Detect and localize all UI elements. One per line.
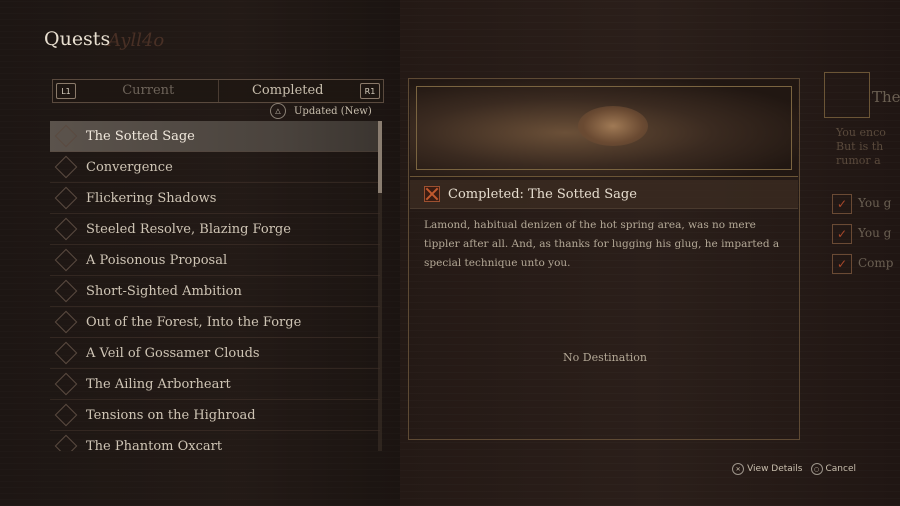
view-details-label: View Details: [747, 464, 803, 474]
sort-label: Updated (New): [294, 105, 372, 117]
diamond-icon: [54, 186, 78, 210]
side-text-line: But is th: [836, 140, 884, 153]
sort-control[interactable]: △ Updated (New): [266, 101, 382, 122]
quest-item[interactable]: A Veil of Gossamer Clouds: [50, 338, 380, 369]
side-check-label: You g: [858, 196, 892, 210]
quest-detail-header: Completed: The Sotted Sage: [410, 180, 798, 209]
diamond-icon: [54, 279, 78, 303]
side-text-line: rumor a: [836, 154, 881, 167]
triangle-button-icon[interactable]: △: [270, 103, 286, 119]
tab-completed[interactable]: Completed: [219, 80, 358, 102]
l1-button-icon[interactable]: L1: [56, 83, 76, 99]
quest-label: A Veil of Gossamer Clouds: [86, 345, 260, 361]
quest-item[interactable]: Steeled Resolve, Blazing Forge: [50, 214, 380, 245]
diamond-icon: [54, 124, 78, 148]
cancel-label: Cancel: [825, 464, 857, 474]
side-text-line: You enco: [836, 126, 886, 139]
quest-label: Out of the Forest, Into the Forge: [86, 314, 302, 330]
diamond-icon: [54, 372, 78, 396]
quest-list: The Sotted Sage Convergence Flickering S…: [50, 121, 380, 451]
quest-label: Steeled Resolve, Blazing Forge: [86, 221, 291, 237]
quest-item[interactable]: The Phantom Oxcart: [50, 431, 380, 451]
quest-detail-title: Completed: The Sotted Sage: [448, 186, 637, 202]
quest-label: Tensions on the Highroad: [86, 407, 256, 423]
check-icon: ✓: [832, 194, 852, 214]
quest-item[interactable]: A Poisonous Proposal: [50, 245, 380, 276]
diamond-icon: [54, 341, 78, 365]
quest-item[interactable]: Short-Sighted Ambition: [50, 276, 380, 307]
quest-item[interactable]: Out of the Forest, Into the Forge: [50, 307, 380, 338]
title-decoration: Ayll4o: [108, 30, 165, 51]
quest-label: Flickering Shadows: [86, 190, 217, 206]
quest-label: Short-Sighted Ambition: [86, 283, 242, 299]
quest-label: The Sotted Sage: [86, 128, 195, 144]
quest-label: A Poisonous Proposal: [86, 252, 228, 268]
quest-item[interactable]: Convergence: [50, 152, 380, 183]
side-panel-emblem-icon: [824, 72, 870, 118]
diamond-icon: [54, 434, 78, 451]
quest-item-selected[interactable]: The Sotted Sage: [50, 121, 380, 152]
diamond-icon: [54, 248, 78, 272]
side-panel-title: The: [872, 88, 900, 106]
r1-button-icon[interactable]: R1: [360, 83, 380, 99]
quest-tabs: L1 Current Completed R1: [52, 79, 384, 103]
check-icon: ✓: [832, 224, 852, 244]
side-check-label: Comp: [858, 256, 894, 270]
quest-list-scrollbar[interactable]: [378, 121, 382, 451]
scrollbar-thumb[interactable]: [378, 121, 382, 193]
diamond-icon: [54, 310, 78, 334]
quest-item[interactable]: The Ailing Arborheart: [50, 369, 380, 400]
circle-button-icon: ○: [810, 463, 823, 475]
cancel-prompt[interactable]: ○ Cancel: [810, 463, 857, 475]
cross-button-icon: ✕: [732, 463, 745, 475]
destination-status: No Destination: [563, 351, 647, 364]
quest-illustration: [410, 80, 798, 177]
quest-label: The Phantom Oxcart: [86, 438, 223, 452]
button-prompts: ✕ View Details ○ Cancel: [732, 463, 856, 475]
quest-item[interactable]: Flickering Shadows: [50, 183, 380, 214]
view-details-prompt[interactable]: ✕ View Details: [732, 463, 803, 475]
tab-current[interactable]: Current: [79, 80, 219, 102]
page-title: Quests: [44, 28, 111, 50]
quest-item[interactable]: Tensions on the Highroad: [50, 400, 380, 431]
quest-label: The Ailing Arborheart: [86, 376, 231, 392]
diamond-icon: [54, 217, 78, 241]
quest-description: Lamond, habitual denizen of the hot spri…: [424, 219, 780, 269]
side-check-label: You g: [858, 226, 892, 240]
sage-figure: [578, 106, 648, 146]
side-panel-text: You enco But is th rumor a: [836, 126, 900, 168]
completed-x-icon: [424, 186, 440, 202]
quest-label: Convergence: [86, 159, 173, 175]
check-icon: ✓: [832, 254, 852, 274]
diamond-icon: [54, 403, 78, 427]
diamond-icon: [54, 155, 78, 179]
